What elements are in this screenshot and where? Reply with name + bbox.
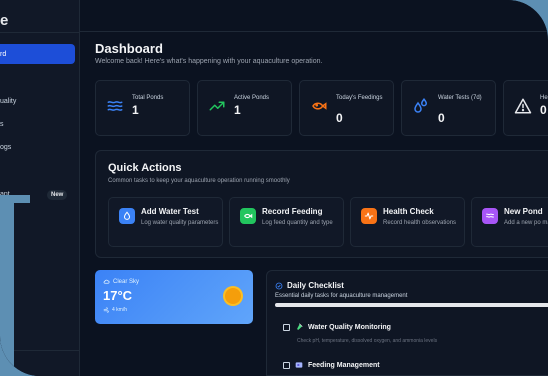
test-tube-icon <box>297 323 303 330</box>
checklist-item-label: Feeding Management <box>308 361 380 369</box>
main-content: Dashboard Welcome back! Here's what's ha… <box>80 32 548 376</box>
weather-temperature: 17°C <box>103 288 133 303</box>
new-badge: New <box>47 190 68 200</box>
droplets-icon <box>414 98 428 113</box>
quick-action-desc: Record health observations <box>383 220 457 226</box>
stat-value: 0 <box>336 111 343 125</box>
activity-icon <box>361 208 377 224</box>
check-circle-icon <box>275 282 283 289</box>
quick-actions-panel: Quick Actions Common tasks to keep your … <box>95 150 548 258</box>
stat-label: Total Ponds <box>132 95 164 101</box>
stat-label: Water Tests (7d) <box>438 95 482 101</box>
health-check-button[interactable]: Health Check Record health observations <box>350 197 465 247</box>
daily-checklist-panel: Daily Checklist Essential daily tasks fo… <box>266 270 548 376</box>
fish-icon <box>295 362 303 368</box>
stat-card-active-ponds: Active Ponds 1 <box>197 80 292 136</box>
droplet-icon <box>119 208 135 224</box>
wind-icon <box>103 307 109 313</box>
stat-card-health: He 0 <box>503 80 548 136</box>
page-subtitle: Welcome back! Here's what's happening wi… <box>95 58 323 65</box>
add-water-test-button[interactable]: Add Water Test Log water quality paramet… <box>108 197 223 247</box>
waves-icon <box>107 101 123 111</box>
stat-label: He <box>540 95 548 101</box>
sidebar-item-label: ogs <box>0 143 12 151</box>
quick-action-title: Health Check <box>383 207 434 216</box>
quick-actions-subtitle: Common tasks to keep your aquaculture op… <box>108 178 290 184</box>
weather-wind: 4 km/h <box>112 307 128 313</box>
quick-action-desc: Log feed quantity and type <box>262 220 333 226</box>
sidebar-item-label: uality <box>0 97 17 105</box>
decorative-accent <box>0 200 14 376</box>
checklist-item-feeding: Feeding Management <box>283 361 380 369</box>
quick-action-title: Add Water Test <box>141 207 199 216</box>
checklist-progress-bar <box>275 303 548 307</box>
waves-icon <box>482 208 498 224</box>
sidebar-item-label: rd <box>0 50 7 58</box>
checklist-item-label: Water Quality Monitoring <box>308 323 391 331</box>
alert-triangle-icon <box>514 98 532 114</box>
stat-value: 1 <box>234 103 241 117</box>
checklist-header: Daily Checklist <box>275 281 344 290</box>
sidebar-item-dashboard[interactable]: rd <box>0 44 75 64</box>
page-title: Dashboard <box>95 41 163 56</box>
sidebar-item-label: s <box>0 120 4 128</box>
new-pond-button[interactable]: New Pond Add a new po manage <box>471 197 548 247</box>
record-feeding-button[interactable]: Record Feeding Log feed quantity and typ… <box>229 197 344 247</box>
checkbox[interactable] <box>283 323 290 331</box>
stat-value: 0 <box>540 103 547 117</box>
checkbox[interactable] <box>283 361 290 369</box>
checklist-item-water-quality: Water Quality Monitoring <box>283 323 391 331</box>
checklist-title: Daily Checklist <box>287 281 344 290</box>
sidebar-item-ponds[interactable]: s <box>0 114 4 134</box>
app-window: e rd uality s ogs ant New pee y Dashboar… <box>0 0 548 376</box>
sidebar-divider <box>0 32 80 33</box>
sidebar-brand: e <box>0 12 9 29</box>
checklist-item-desc: Check pH, temperature, dissolved oxygen,… <box>297 338 438 344</box>
stat-card-water-tests: Water Tests (7d) 0 <box>401 80 496 136</box>
sun-icon <box>225 288 241 304</box>
fish-icon <box>312 102 327 110</box>
stat-value: 0 <box>438 111 445 125</box>
trending-up-icon <box>209 101 225 111</box>
quick-action-desc: Log water quality parameters <box>141 220 219 226</box>
stat-value: 1 <box>132 103 139 117</box>
stat-label: Today's Feedings <box>336 95 383 101</box>
sidebar-item-water-quality[interactable]: uality <box>0 91 16 111</box>
weather-wind-row: 4 km/h <box>103 307 127 313</box>
cloud-icon <box>103 279 110 284</box>
checklist-subtitle: Essential daily tasks for aquaculture ma… <box>275 293 408 299</box>
weather-condition: Clear Sky <box>113 278 140 285</box>
quick-actions-title: Quick Actions <box>108 162 182 174</box>
weather-card: Clear Sky 17°C 4 km/h <box>95 270 253 324</box>
top-bar <box>80 0 548 32</box>
weather-condition-row: Clear Sky <box>103 278 139 285</box>
stat-card-todays-feedings: Today's Feedings 0 <box>299 80 394 136</box>
stat-label: Active Ponds <box>234 95 270 101</box>
quick-action-title: New Pond <box>504 207 543 216</box>
quick-action-title: Record Feeding <box>262 207 323 216</box>
stat-card-total-ponds: Total Ponds 1 <box>95 80 190 136</box>
quick-action-desc: Add a new po manage <box>504 220 548 226</box>
sidebar-item-logs[interactable]: ogs <box>0 137 11 157</box>
fish-icon <box>240 208 256 224</box>
